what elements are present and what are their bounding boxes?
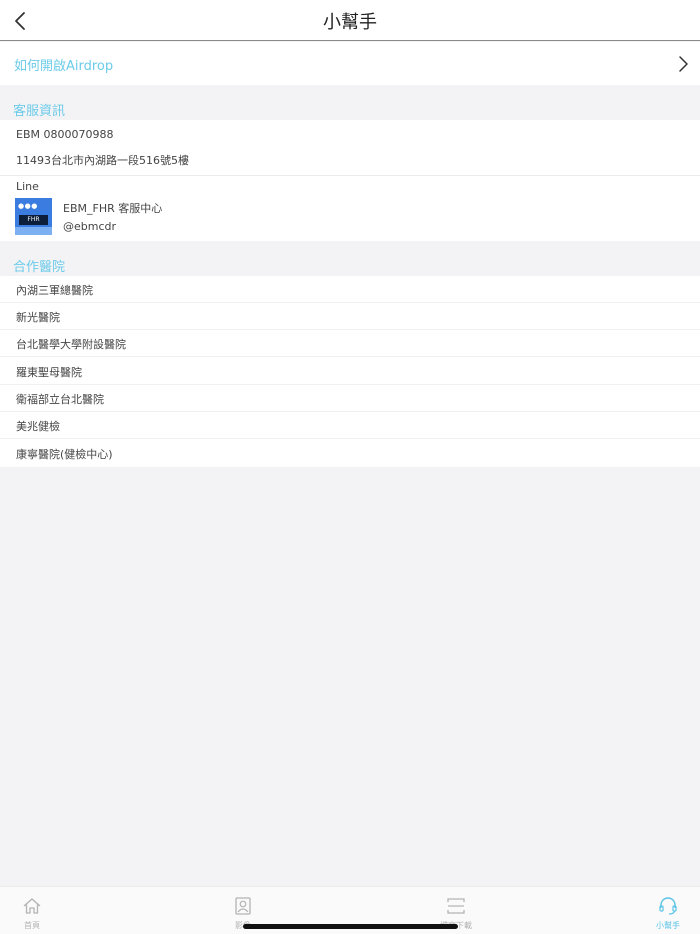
list-item: 羅東聖母醫院 <box>0 358 700 385</box>
divider <box>0 356 700 357</box>
airdrop-help-row[interactable]: 如何開啟Airdrop <box>0 42 700 85</box>
line-account-avatar[interactable]: ●●● FHR <box>15 198 52 235</box>
scan-icon <box>447 898 465 914</box>
divider <box>0 175 700 176</box>
logo-dots: ●●● <box>18 202 38 210</box>
line-account-name[interactable]: EBM_FHR 客服中心 <box>63 200 162 216</box>
hospital-name: 新光醫院 <box>16 311 60 324</box>
line-label: Line <box>16 180 39 193</box>
hospital-name: 羅東聖母醫院 <box>16 366 82 379</box>
list-item: 美兆健檢 <box>0 412 700 439</box>
hospital-name: 內湖三軍總醫院 <box>16 284 93 297</box>
tab-label: 首頁 <box>24 921 40 930</box>
logo-fhr-text: FHR <box>19 215 48 225</box>
hospital-name: 衛福部立台北醫院 <box>16 393 104 406</box>
hospital-name: 台北醫學大學附設醫院 <box>16 338 126 351</box>
headset-icon <box>659 897 677 915</box>
list-item: 新光醫院 <box>0 303 700 330</box>
nav-header: 小幫手 <box>0 0 700 41</box>
hospital-name: 康寧醫院(健檢中心) <box>16 448 113 461</box>
chevron-right-icon <box>679 56 688 72</box>
home-indicator[interactable] <box>243 924 458 929</box>
logo-stripe <box>15 227 52 235</box>
list-item: 康寧醫院(健檢中心) <box>0 440 700 467</box>
home-icon <box>23 898 41 914</box>
help-screen: 小幫手 如何開啟Airdrop 客服資訊 EBM 0800070988 1149… <box>0 0 700 934</box>
section-header-customer-service: 客服資訊 <box>0 86 700 120</box>
page-title: 小幫手 <box>323 12 377 33</box>
divider <box>0 438 700 439</box>
line-account-id[interactable]: @ebmcdr <box>63 220 116 233</box>
list-item: 內湖三軍總醫院 <box>0 276 700 303</box>
customer-service-block: EBM 0800070988 11493台北市內湖路一段516號5樓 Line … <box>0 120 700 241</box>
service-phone[interactable]: EBM 0800070988 <box>16 128 113 141</box>
airdrop-help-label: 如何開啟Airdrop <box>14 59 114 74</box>
list-item: 衛福部立台北醫院 <box>0 385 700 412</box>
section-title: 客服資訊 <box>13 104 66 119</box>
service-address: 11493台北市內湖路一段516號5樓 <box>16 154 189 167</box>
portrait-icon <box>235 897 251 915</box>
tab-helper[interactable]: 小幫手 <box>638 887 698 934</box>
hospital-list: 內湖三軍總醫院 新光醫院 台北醫學大學附設醫院 羅東聖母醫院 衛福部立台北醫院 … <box>0 276 700 467</box>
section-title: 合作醫院 <box>13 260 66 275</box>
section-header-hospitals: 合作醫院 <box>0 242 700 276</box>
hospital-name: 美兆健檢 <box>16 420 60 433</box>
tab-home[interactable]: 首頁 <box>2 887 62 934</box>
tab-label: 小幫手 <box>656 921 680 930</box>
list-item: 台北醫學大學附設醫院 <box>0 330 700 357</box>
